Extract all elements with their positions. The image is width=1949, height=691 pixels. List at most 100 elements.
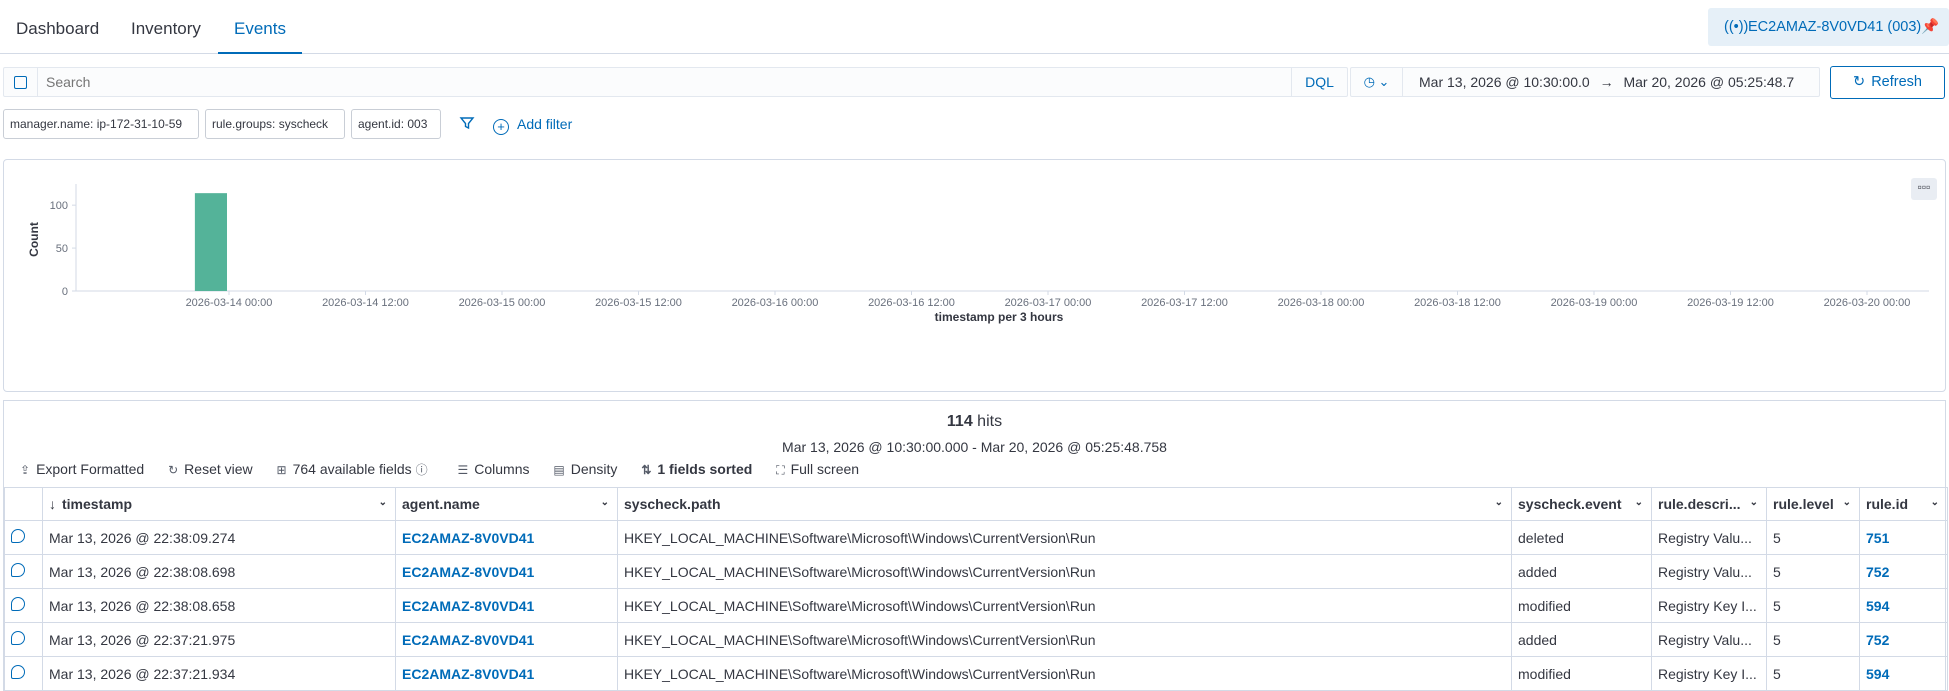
reset-view-button[interactable]: ↻ Reset view xyxy=(168,461,253,477)
cell-agent-name-link[interactable]: EC2AMAZ-8V0VD41 xyxy=(395,656,618,691)
chevron-down-icon: ⌄ xyxy=(1378,74,1390,89)
cell-rule-description: Registry Valu... xyxy=(1651,622,1767,657)
inspect-document-button[interactable] xyxy=(4,588,43,623)
chevron-down-icon[interactable]: ⌄ xyxy=(379,497,387,508)
cell-agent-name-link[interactable]: EC2AMAZ-8V0VD41 xyxy=(395,622,618,657)
clock-icon: ◷ xyxy=(1363,74,1375,89)
column-label: rule.level xyxy=(1773,496,1834,512)
query-language-button[interactable]: DQL xyxy=(1291,68,1347,96)
column-label: agent.name xyxy=(402,496,480,512)
tab-bar: Dashboard Inventory Events ((•))EC2AMAZ-… xyxy=(0,0,1949,54)
column-label: syscheck.event xyxy=(1518,496,1622,512)
chevron-down-icon[interactable]: ⌄ xyxy=(1843,497,1851,508)
x-tick-label: 2026-03-16 12:00 xyxy=(868,297,955,309)
inspect-document-button[interactable] xyxy=(4,656,43,691)
tab-dashboard[interactable]: Dashboard xyxy=(0,0,115,54)
date-picker: ◷ ⌄ Mar 13, 2026 @ 10:30:00.0 → Mar 20, … xyxy=(1350,67,1820,97)
x-tick-label: 2026-03-18 00:00 xyxy=(1278,297,1365,309)
inspect-icon xyxy=(11,665,25,679)
saved-query-button[interactable] xyxy=(4,68,38,96)
available-fields-button[interactable]: ⊞ 764 available fields ⓘ xyxy=(277,461,434,478)
cell-syscheck-path: HKEY_LOCAL_MACHINE\Software\Microsoft\Wi… xyxy=(617,588,1512,623)
column-header-timestamp[interactable]: ↓ timestamp ⌄ xyxy=(42,487,396,521)
column-header-agent-name[interactable]: agent.name ⌄ xyxy=(395,487,618,521)
end-date[interactable]: Mar 20, 2026 @ 05:25:48.7 xyxy=(1623,74,1794,90)
density-icon: ▤ xyxy=(553,463,565,477)
plus-icon: + xyxy=(493,119,509,135)
export-label: Export Formatted xyxy=(36,461,145,477)
tab-events[interactable]: Events xyxy=(218,0,302,54)
column-header-syscheck-event[interactable]: syscheck.event ⌄ xyxy=(1511,487,1652,521)
x-axis-title: timestamp per 3 hours xyxy=(935,310,1064,324)
table-row: Mar 13, 2026 @ 22:38:08.658 EC2AMAZ-8V0V… xyxy=(4,588,1948,623)
histogram-bar xyxy=(194,193,227,291)
agent-selector-button[interactable]: ((•))EC2AMAZ-8V0VD41 (003) 📌 xyxy=(1708,8,1949,46)
cell-rule-level: 5 xyxy=(1766,554,1860,589)
chevron-down-icon[interactable]: ⌄ xyxy=(601,497,609,508)
cell-rule-id-link[interactable]: 594 xyxy=(1859,588,1948,623)
filter-options-icon[interactable] xyxy=(459,115,475,131)
column-header-rule-id[interactable]: rule.id ⌄ xyxy=(1859,487,1948,521)
cell-agent-name-link[interactable]: EC2AMAZ-8V0VD41 xyxy=(395,588,618,623)
filter-pill-manager[interactable]: manager.name: ip-172-31-10-59 xyxy=(3,109,199,139)
histogram-panel: ▫▫▫ 0 50 100 2026-03-14 00:00 2026-03-14 12:… xyxy=(3,159,1946,392)
cell-syscheck-path: HKEY_LOCAL_MACHINE\Software\Microsoft\Wi… xyxy=(617,520,1512,555)
date-range[interactable]: Mar 13, 2026 @ 10:30:00.0 → Mar 20, 2026… xyxy=(1419,68,1794,96)
cell-rule-level: 5 xyxy=(1766,520,1860,555)
search-input[interactable] xyxy=(46,74,1266,90)
export-formatted-button[interactable]: ⇪ Export Formatted xyxy=(20,461,144,477)
full-screen-button[interactable]: ⛶ Full screen xyxy=(776,461,859,478)
cell-rule-id-link[interactable]: 594 xyxy=(1859,656,1948,691)
sort-icon: ⇅ xyxy=(641,463,652,477)
column-label: rule.id xyxy=(1866,496,1909,512)
save-icon xyxy=(14,75,27,89)
column-header-rule-description[interactable]: rule.descri... ⌄ xyxy=(1651,487,1767,521)
refresh-button[interactable]: ↻ Refresh xyxy=(1830,66,1945,99)
density-label: Density xyxy=(570,461,618,477)
add-filter-label: Add filter xyxy=(517,116,573,132)
cell-rule-description: Registry Valu... xyxy=(1651,554,1767,589)
inspect-document-button[interactable] xyxy=(4,622,43,657)
y-tick-label: 0 xyxy=(62,286,68,298)
hits-time-range: Mar 13, 2026 @ 10:30:00.000 - Mar 20, 20… xyxy=(782,439,1167,455)
column-header-syscheck-path[interactable]: syscheck.path ⌄ xyxy=(617,487,1512,521)
cell-rule-level: 5 xyxy=(1766,656,1860,691)
table-row: Mar 13, 2026 @ 22:37:21.975 EC2AMAZ-8V0V… xyxy=(4,622,1948,657)
inspect-document-button[interactable] xyxy=(4,554,43,589)
cell-timestamp: Mar 13, 2026 @ 22:38:08.698 xyxy=(42,554,396,589)
cell-rule-id-link[interactable]: 751 xyxy=(1859,520,1948,555)
chevron-down-icon[interactable]: ⌄ xyxy=(1750,497,1758,508)
cell-syscheck-event: modified xyxy=(1511,588,1652,623)
x-tick-label: 2026-03-17 12:00 xyxy=(1141,297,1228,309)
cell-agent-name-link[interactable]: EC2AMAZ-8V0VD41 xyxy=(395,554,618,589)
inspect-document-button[interactable] xyxy=(4,520,43,555)
chevron-down-icon[interactable]: ⌄ xyxy=(1635,497,1643,508)
quick-select-button[interactable]: ◷ ⌄ xyxy=(1351,68,1403,96)
tab-inventory[interactable]: Inventory xyxy=(115,0,217,54)
cell-syscheck-event: deleted xyxy=(1511,520,1652,555)
x-tick-label: 2026-03-20 00:00 xyxy=(1824,297,1911,309)
column-label: timestamp xyxy=(62,496,133,512)
refresh-icon: ↻ xyxy=(1853,74,1866,90)
cell-agent-name-link[interactable]: EC2AMAZ-8V0VD41 xyxy=(395,520,618,555)
filter-pill-rule-groups[interactable]: rule.groups: syscheck xyxy=(205,109,345,139)
table-row: Mar 13, 2026 @ 22:38:09.274 EC2AMAZ-8V0V… xyxy=(4,520,1948,555)
inspect-icon xyxy=(11,563,25,577)
filter-pill-agent-id[interactable]: agent.id: 003 xyxy=(351,109,441,139)
sort-fields-button[interactable]: ⇅ 1 fields sorted xyxy=(641,461,752,477)
cell-rule-id-link[interactable]: 752 xyxy=(1859,554,1948,589)
cell-timestamp: Mar 13, 2026 @ 22:37:21.975 xyxy=(42,622,396,657)
column-header-rule-level[interactable]: rule.level ⌄ xyxy=(1766,487,1860,521)
add-filter-button[interactable]: + Add filter xyxy=(493,111,572,137)
chevron-down-icon[interactable]: ⌄ xyxy=(1931,497,1939,508)
start-date[interactable]: Mar 13, 2026 @ 10:30:00.0 xyxy=(1419,74,1590,90)
export-icon: ⇪ xyxy=(20,463,31,477)
table-row: Mar 13, 2026 @ 22:37:21.934 EC2AMAZ-8V0V… xyxy=(4,656,1948,691)
density-button[interactable]: ▤ Density xyxy=(553,461,617,477)
x-tick-label: 2026-03-17 00:00 xyxy=(1005,297,1092,309)
cell-rule-description: Registry Key I... xyxy=(1651,588,1767,623)
chevron-down-icon[interactable]: ⌄ xyxy=(1495,497,1503,508)
pin-icon[interactable]: 📌 xyxy=(1921,8,1939,46)
cell-rule-id-link[interactable]: 752 xyxy=(1859,622,1948,657)
columns-button[interactable]: ☰ Columns xyxy=(457,461,529,477)
